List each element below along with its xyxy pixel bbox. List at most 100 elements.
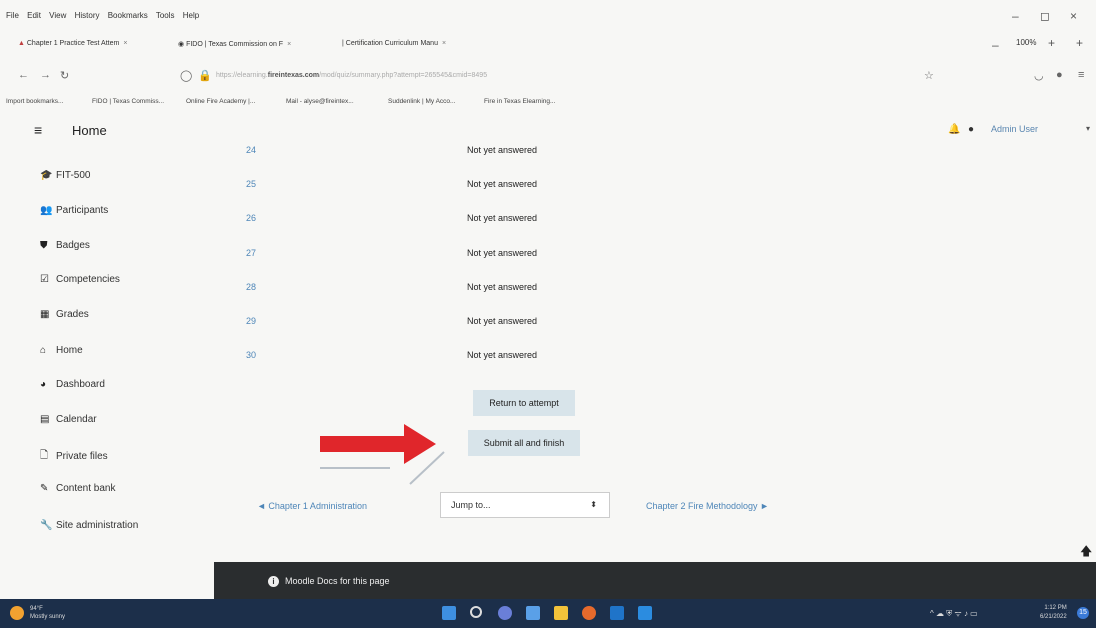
sidebar-item-dashboard[interactable]: ◕ Dashboard (40, 379, 105, 390)
lock-icon: 🔒 (198, 70, 212, 82)
clock[interactable]: 1:12 PM 6/21/2022 (1040, 604, 1067, 622)
store-icon[interactable] (526, 606, 540, 620)
question-number-link[interactable]: 29 (246, 316, 256, 326)
menu-edit[interactable]: Edit (27, 11, 41, 20)
moodle-docs-label: Moodle Docs for this page (285, 576, 390, 586)
question-number-link[interactable]: 25 (246, 179, 256, 189)
clock-date: 6/21/2022 (1040, 614, 1067, 620)
bell-icon[interactable]: 🔔 (948, 124, 960, 135)
bookmark-suddenlink[interactable]: Suddenlink | My Acco... (388, 98, 455, 105)
tab-close-icon[interactable]: × (442, 40, 446, 47)
question-number-link[interactable]: 26 (246, 213, 256, 223)
address-field[interactable]: https://elearning.fireintexas.com/mod/qu… (216, 72, 487, 79)
return-to-attempt-button[interactable]: Return to attempt (473, 390, 575, 416)
site-home-link[interactable]: Home (72, 123, 107, 138)
bookmark-fire-in-texas[interactable]: Fire in Texas Elearning... (484, 98, 555, 105)
menu-items: File Edit View History Bookmarks Tools H… (6, 11, 205, 20)
sidebar-item-label: Site administration (56, 520, 139, 531)
meet-icon[interactable] (498, 606, 512, 620)
app-icon[interactable] (638, 606, 652, 620)
wrench-icon: 🔧 (40, 520, 53, 531)
table-row: 25 Not yet answered (0, 179, 1096, 199)
question-number-link[interactable]: 28 (246, 282, 256, 292)
bookmark-mail[interactable]: Mail - alyse@fireintex... (286, 98, 354, 105)
menu-bookmarks[interactable]: Bookmarks (108, 11, 148, 20)
back-to-top-icon[interactable]: 🡅 (1080, 542, 1092, 563)
sidebar-item-site-administration[interactable]: 🔧 Site administration (40, 520, 138, 531)
red-arrow-annotation (320, 424, 445, 485)
tab-fido[interactable]: ◉ FIDO | Texas Commission on F × (178, 40, 291, 48)
temperature: 94°F (30, 606, 43, 612)
new-tab-icon[interactable]: + (1076, 36, 1083, 50)
site-header: ≡ Home 🔔 ● Admin User ▾ (0, 114, 1096, 146)
back-icon[interactable]: ← (18, 69, 29, 81)
prev-activity-link[interactable]: ◄ Chapter 1 Administration (257, 501, 367, 511)
info-icon: i (268, 576, 279, 587)
zoom-in-icon[interactable]: + (1048, 36, 1055, 50)
tab-close-icon[interactable]: × (123, 40, 127, 47)
submit-all-button[interactable]: Submit all and finish (468, 430, 580, 456)
question-number-link[interactable]: 27 (246, 248, 256, 258)
calendar-icon: ▤ (40, 414, 50, 425)
notification-badge[interactable]: 15 (1077, 607, 1089, 619)
search-icon[interactable] (470, 606, 482, 618)
moodle-docs-link[interactable]: i Moodle Docs for this page (268, 576, 390, 587)
menu-view[interactable]: View (49, 11, 66, 20)
tab-label: Certification Curriculum Manu (345, 40, 438, 47)
menu-tools[interactable]: Tools (156, 11, 175, 20)
reload-icon[interactable]: ↻ (60, 69, 69, 82)
zoom-out-icon[interactable]: – (992, 38, 999, 52)
start-icon[interactable] (442, 606, 456, 620)
browser-menubar: File Edit View History Bookmarks Tools H… (0, 0, 1096, 30)
file-icon: 🗋 (40, 450, 49, 461)
bookmark-online-fire-academy[interactable]: Online Fire Academy |... (186, 98, 255, 105)
menu-icon[interactable]: ≡ (1078, 69, 1084, 81)
bookmark-fido[interactable]: FIDO | Texas Commiss... (92, 98, 164, 105)
tab-label: FIDO | Texas Commission on F (186, 41, 284, 48)
bookmark-star-icon[interactable]: ☆ (924, 69, 934, 82)
tab-chapter1[interactable]: ▲ Chapter 1 Practice Test Attem × (18, 40, 127, 47)
shield-icon: ◯ (180, 70, 193, 82)
tab-close-icon[interactable]: × (287, 41, 291, 48)
outlook-icon[interactable] (610, 606, 624, 620)
sun-icon (10, 606, 24, 620)
question-status: Not yet answered (467, 248, 538, 258)
user-menu[interactable]: Admin User (991, 124, 1038, 134)
chevron-down-icon[interactable]: ▾ (1086, 124, 1090, 133)
url-path: /mod/quiz/summary.php?attempt=265545&cmi… (319, 72, 488, 79)
question-status: Not yet answered (467, 145, 538, 155)
close-window-icon[interactable]: × (1070, 9, 1077, 23)
restore-icon[interactable]: ◻ (1040, 9, 1050, 23)
account-icon[interactable]: ● (1056, 69, 1063, 81)
tab-certification[interactable]: | Certification Curriculum Manu × (342, 40, 446, 47)
sidebar-item-calendar[interactable]: ▤ Calendar (40, 414, 97, 425)
tab-favicon-icon: ▲ (18, 40, 27, 47)
chat-icon[interactable]: ● (968, 124, 974, 135)
menu-help[interactable]: Help (183, 11, 199, 20)
next-activity-link[interactable]: Chapter 2 Fire Methodology ► (646, 501, 769, 511)
menu-history[interactable]: History (75, 11, 100, 20)
weather-widget[interactable]: 94°F Mostly sunny (10, 605, 65, 621)
menu-file[interactable]: File (6, 11, 19, 20)
system-tray[interactable]: ^ ☁ ⛨ ᯤ ♪ ▭ (930, 608, 978, 619)
table-row: 29 Not yet answered (0, 316, 1096, 336)
sidebar-item-private-files[interactable]: 🗋 Private files (40, 448, 108, 465)
folder-icon[interactable] (554, 606, 568, 620)
brush-icon: ✎ (40, 483, 49, 494)
hamburger-icon[interactable]: ≡ (34, 122, 42, 138)
jump-to-select[interactable]: Jump to... ⬍ (440, 492, 610, 518)
firefox-icon[interactable] (582, 606, 596, 620)
table-row: 30 Not yet answered (0, 350, 1096, 370)
select-arrows-icon: ⬍ (590, 500, 597, 509)
url-domain: fireintexas.com (267, 72, 320, 79)
question-number-link[interactable]: 30 (246, 350, 256, 360)
question-status: Not yet answered (467, 350, 538, 360)
forward-icon[interactable]: → (40, 69, 51, 81)
question-number-link[interactable]: 24 (246, 145, 256, 155)
sidebar-item-label: Calendar (56, 414, 97, 425)
table-row: 28 Not yet answered (0, 282, 1096, 302)
sidebar-item-content-bank[interactable]: ✎ Content bank (40, 483, 116, 494)
pocket-icon[interactable]: ◡ (1034, 69, 1044, 82)
minimize-icon[interactable]: – (1012, 9, 1019, 23)
bookmark-import[interactable]: Import bookmarks... (6, 98, 63, 105)
